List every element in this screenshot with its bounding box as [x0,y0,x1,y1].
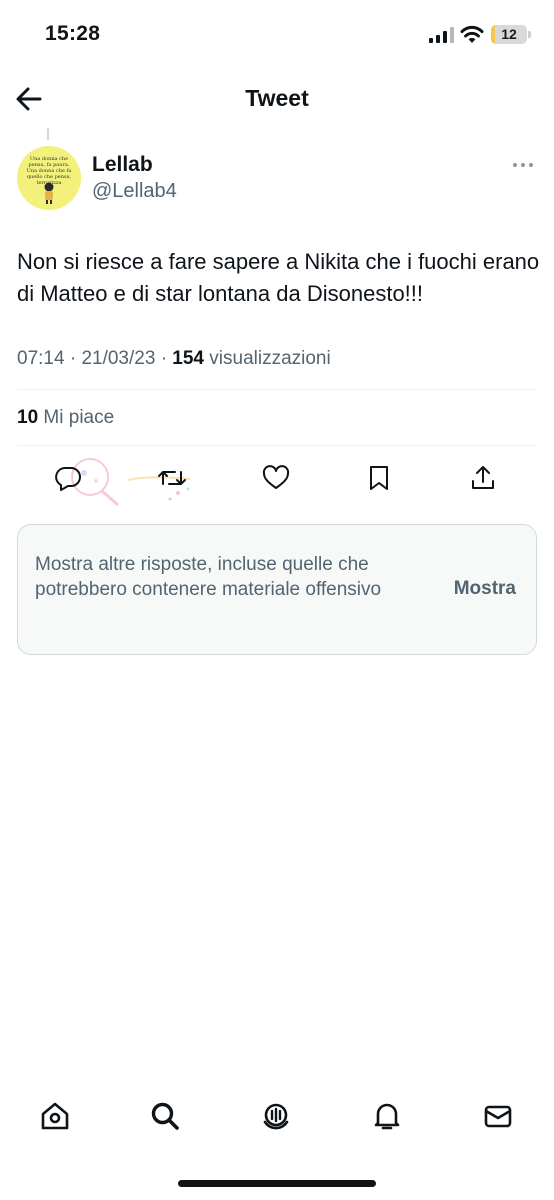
tweet-time: 07:14 [17,348,65,369]
author-handle[interactable]: @Lellab4 [92,180,177,203]
more-options-button[interactable] [511,158,535,172]
heart-icon [262,465,290,489]
divider [17,445,537,446]
likes-stat[interactable]: 10 Mi piace [17,407,114,429]
search-icon [151,1102,179,1130]
status-time: 15:28 [45,22,101,45]
wifi-icon [460,25,484,43]
bottom-tab-bar [0,1090,554,1145]
status-bar: 15:28 12 [0,0,554,70]
battery-percentage: 12 [501,26,517,42]
thread-connector-line [47,128,49,140]
tweet-actions [0,457,554,501]
spaces-icon [263,1103,289,1130]
cellular-signal-icon [429,27,454,43]
comment-icon [55,467,81,491]
reply-button[interactable] [53,463,83,493]
meta-separator: · [69,348,77,369]
avatar-figure-icon [44,182,54,204]
mail-icon [484,1105,512,1128]
author-display-name[interactable]: Lellab [92,153,153,177]
tab-notifications[interactable] [371,1100,403,1132]
share-icon [472,466,494,489]
battery-indicator: 12 [491,25,527,44]
avatar[interactable]: Una donna che pensa, fa paura. Una donna… [17,146,81,210]
notice-text: Mostra altre risposte, incluse quelle ch… [35,554,382,600]
tab-home[interactable] [39,1100,71,1132]
more-dots-icon [513,163,533,167]
tweet-header: Tweet [0,70,554,128]
tab-spaces[interactable] [260,1100,292,1132]
like-button[interactable] [261,463,291,493]
bell-icon [374,1103,400,1130]
tab-messages[interactable] [482,1100,514,1132]
likes-label: Mi piace [43,407,115,428]
bookmark-button[interactable] [364,463,394,493]
battery-cap [528,31,531,38]
tweet-meta: 07:14 · 21/03/23 · 154 visualizzazioni [17,348,331,370]
share-button[interactable] [468,463,498,493]
tweet-date: 21/03/23 [81,348,156,369]
likes-count: 10 [17,407,39,428]
home-indicator[interactable] [178,1180,376,1187]
page-title: Tweet [245,85,309,111]
meta-separator: · [160,348,168,369]
tab-search[interactable] [149,1100,181,1132]
bookmark-icon [370,466,388,490]
retweet-button[interactable] [157,463,187,493]
tweet-text: Non si riesce a fare sapere a Nikita che… [17,249,540,306]
show-more-button[interactable]: Mostra [454,578,516,600]
views-label: visualizzazioni [209,348,331,369]
hidden-replies-notice: Mostra altre risposte, incluse quelle ch… [17,524,537,655]
home-icon [41,1102,69,1130]
retweet-icon [158,471,186,485]
views-count: 154 [172,348,204,369]
divider [17,389,537,390]
